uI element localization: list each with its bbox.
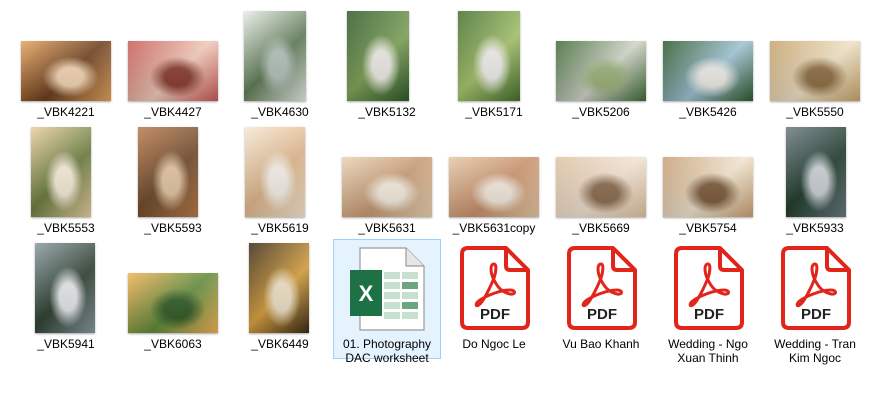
excel-file-icon: X (350, 247, 425, 331)
file-item-photo[interactable]: _VBK6449 (227, 240, 333, 358)
photo-thumbnail (770, 41, 860, 101)
pdf-file-icon: PDF (460, 246, 530, 330)
file-item-pdf[interactable]: PDF Do Ngoc Le (441, 240, 547, 358)
file-name: _VBK5941 (37, 337, 95, 351)
photo-thumbnail (128, 273, 218, 333)
file-name: _VBK6063 (144, 337, 202, 351)
file-name: _VBK5631copy (452, 221, 536, 235)
file-item-photo[interactable]: _VBK4427 (120, 8, 226, 126)
file-name: _VBK5593 (144, 221, 202, 235)
file-name-line2: Xuan Thinh (677, 351, 739, 365)
photo-thumbnail (786, 127, 846, 217)
file-name-line1: 01. Photography (342, 337, 432, 351)
file-item-photo[interactable]: _VBK5754 (655, 124, 761, 242)
file-item-excel[interactable]: X 01. Photography DAC worksheet (333, 239, 441, 365)
file-item-photo[interactable]: _VBK6063 (120, 240, 226, 358)
file-item-photo[interactable]: _VBK5171 (441, 8, 547, 126)
svg-text:PDF: PDF (587, 306, 617, 323)
file-item-photo[interactable]: _VBK5631 (334, 124, 440, 242)
file-name: _VBK5553 (37, 221, 95, 235)
file-item-photo[interactable]: _VBK5206 (548, 8, 654, 126)
file-name: _VBK6449 (251, 337, 309, 351)
photo-thumbnail (347, 11, 409, 101)
file-item-photo[interactable]: _VBK5553 (13, 124, 119, 242)
file-item-pdf[interactable]: PDF Wedding - Ngo Xuan Thinh (655, 240, 761, 365)
photo-thumbnail (31, 127, 91, 217)
file-item-photo[interactable]: _VBK5933 (762, 124, 868, 242)
file-item-photo[interactable]: _VBK5426 (655, 8, 761, 126)
svg-text:PDF: PDF (480, 306, 510, 323)
photo-thumbnail (556, 157, 646, 217)
photo-thumbnail (128, 41, 218, 101)
pdf-file-icon: PDF (567, 246, 637, 330)
file-name-line2: Kim Ngoc (788, 351, 841, 365)
file-item-photo[interactable]: _VBK5631copy (441, 124, 547, 242)
file-name-line1: Vu Bao Khanh (562, 337, 640, 351)
svg-text:PDF: PDF (801, 306, 831, 323)
file-name: _VBK5550 (786, 105, 844, 119)
file-name: _VBK4427 (144, 105, 202, 119)
file-item-photo[interactable]: _VBK5669 (548, 124, 654, 242)
pdf-file-icon: PDF (674, 246, 744, 330)
file-item-photo[interactable]: _VBK5593 (120, 124, 226, 242)
file-name: _VBK5619 (251, 221, 309, 235)
file-name: _VBK5132 (358, 105, 416, 119)
photo-thumbnail (342, 157, 432, 217)
pdf-file-icon: PDF (781, 246, 851, 330)
file-item-photo[interactable]: _VBK5941 (13, 240, 119, 358)
photo-thumbnail (458, 11, 520, 101)
file-name: _VBK5754 (679, 221, 737, 235)
photo-thumbnail (138, 127, 198, 217)
photo-thumbnail (449, 157, 539, 217)
file-name: _VBK5631 (358, 221, 416, 235)
photo-thumbnail (663, 157, 753, 217)
file-name-line1: Do Ngoc Le (462, 337, 526, 351)
file-item-photo[interactable]: _VBK4221 (13, 8, 119, 126)
file-name: _VBK4630 (251, 105, 309, 119)
file-item-photo[interactable]: _VBK5132 (334, 8, 440, 126)
file-name-line1: Wedding - Ngo (668, 337, 748, 351)
svg-text:PDF: PDF (694, 306, 724, 323)
file-name: _VBK5426 (679, 105, 737, 119)
file-name: _VBK5171 (465, 105, 523, 119)
file-name: _VBK5669 (572, 221, 630, 235)
file-item-photo[interactable]: _VBK4630 (227, 8, 333, 126)
file-name: _VBK5206 (572, 105, 630, 119)
photo-thumbnail (556, 41, 646, 101)
photo-thumbnail (244, 11, 306, 101)
file-name-line1: Wedding - Tran (774, 337, 856, 351)
file-item-pdf[interactable]: PDF Wedding - Tran Kim Ngoc (762, 240, 868, 365)
photo-thumbnail (21, 41, 111, 101)
photo-thumbnail (245, 127, 305, 217)
file-item-photo[interactable]: _VBK5550 (762, 8, 868, 126)
photo-thumbnail (663, 41, 753, 101)
file-item-pdf[interactable]: PDF Vu Bao Khanh (548, 240, 654, 358)
file-item-photo[interactable]: _VBK5619 (227, 124, 333, 242)
file-name-line2: DAC worksheet (345, 351, 429, 365)
svg-text:X: X (359, 281, 374, 306)
file-name: _VBK4221 (37, 105, 95, 119)
file-name: _VBK5933 (786, 221, 844, 235)
photo-thumbnail (35, 243, 95, 333)
photo-thumbnail (249, 243, 309, 333)
